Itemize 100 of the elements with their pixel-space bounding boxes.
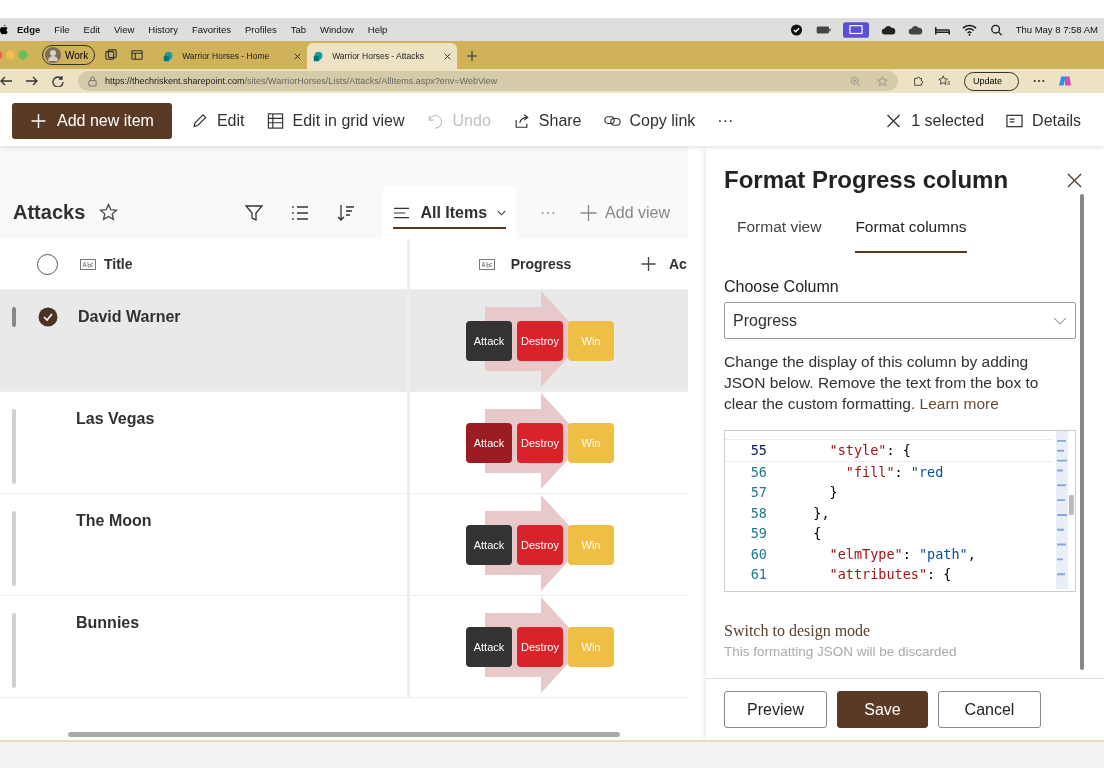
filter-icon[interactable]	[245, 203, 264, 222]
menu-item[interactable]: Window	[320, 24, 354, 35]
browser-tab[interactable]: Warrior Horses - Home	[157, 43, 308, 69]
screen-share-icon[interactable]	[842, 21, 869, 38]
back-icon[interactable]	[0, 75, 12, 87]
design-mode-link[interactable]: Switch to design mode	[724, 622, 1076, 640]
list-row[interactable]: The Moon Attack Destroy Win	[0, 494, 688, 596]
pencil-icon	[190, 113, 208, 129]
add-view-button[interactable]: Add view	[580, 203, 670, 222]
plus-icon	[640, 256, 657, 272]
line-number: 60	[749, 545, 767, 562]
stage-chip: Win	[568, 422, 614, 463]
text-field-icon	[80, 258, 96, 270]
stage-chip: Attack	[466, 320, 512, 361]
column-header[interactable]: Progress	[510, 256, 572, 272]
check-circle-icon[interactable]	[788, 23, 804, 36]
panel-button[interactable]: Preview	[724, 691, 827, 728]
more-button[interactable]: ···	[706, 103, 745, 139]
code-line: "attributes": {	[828, 566, 952, 583]
forward-icon[interactable]	[26, 75, 38, 87]
drag-handle[interactable]	[12, 307, 16, 327]
list-row[interactable]: Las Vegas Attack Destroy Win	[0, 392, 688, 494]
cloud-icon[interactable]	[907, 23, 923, 36]
menu-item[interactable]: Edit	[83, 24, 100, 35]
clock[interactable]: Thu May 8 7:58 AM	[1015, 24, 1098, 35]
column-dropdown[interactable]: Progress	[724, 302, 1076, 339]
panel-button[interactable]: Cancel	[938, 691, 1041, 728]
address-field[interactable]: https://thechriskent.sharepoint.com/sites/WarriorHorses/Lists/Attacks/AllItems.aspx?env=WebView	[78, 71, 898, 91]
toolbar-button[interactable]: Edit in grid view	[255, 103, 416, 139]
close-icon[interactable]	[1067, 172, 1082, 188]
search-icon[interactable]	[988, 23, 1004, 36]
clear-selection-button[interactable]: 1 selected	[874, 103, 996, 139]
menu-item[interactable]: File	[54, 24, 70, 35]
code-line: "style": {	[828, 442, 911, 459]
menu-item[interactable]: Help	[367, 24, 388, 35]
menu-item[interactable]: Favorites	[191, 24, 231, 35]
star-icon[interactable]	[99, 203, 119, 222]
table-cell: David Warner	[78, 307, 181, 327]
toolbar-button[interactable]: Share	[501, 103, 593, 139]
stage-chip: Win	[568, 626, 614, 667]
checked-circle-icon[interactable]	[38, 307, 58, 327]
lock-icon	[88, 75, 97, 87]
details-button[interactable]: Details	[995, 103, 1092, 139]
hint-text: This formatting JSON will be discarded	[724, 644, 958, 659]
menu-item[interactable]: History	[148, 24, 178, 35]
stage-chip: Attack	[466, 422, 512, 463]
table-cell: The Moon	[76, 511, 152, 531]
code-editor[interactable]: 55 "style": { 56 "fill": "red 57 } 58 }, 59 { 60 "elmType": "path", 61 "attributes": {	[724, 430, 1076, 592]
add-new-item-button[interactable]: Add new item	[12, 103, 172, 139]
code-line: },	[812, 504, 830, 521]
group-list-icon[interactable]	[291, 203, 310, 222]
apple-icon	[0, 24, 8, 35]
stage-chip: Destroy	[517, 626, 563, 667]
close-icon[interactable]	[294, 52, 302, 60]
menu-item[interactable]: Tab	[290, 24, 306, 35]
drag-handle[interactable]	[12, 511, 16, 586]
toolbar-button[interactable]: Copy link	[592, 103, 707, 139]
sidebar-icon[interactable]	[131, 49, 144, 61]
menu-item[interactable]: Profiles	[245, 24, 277, 35]
learn-more-link[interactable]: Learn more	[919, 395, 999, 412]
panel-tab[interactable]: Format columns	[855, 218, 967, 253]
field-label: Choose Column	[724, 278, 840, 296]
list-title: Attacks	[13, 201, 86, 224]
favorites-icon[interactable]	[938, 75, 950, 87]
line-number: 61	[749, 566, 767, 583]
panel-tab[interactable]: Format view	[737, 218, 822, 246]
code-line: "fill": "red	[844, 463, 944, 480]
code-line: "elmType": "path",	[828, 545, 976, 562]
panel-title: Format Progress column	[724, 166, 1010, 194]
code-line: {	[812, 525, 822, 542]
drag-handle[interactable]	[12, 409, 16, 484]
toolbar-button[interactable]: Edit	[179, 103, 256, 139]
text-field-icon	[478, 258, 495, 270]
sort-icon[interactable]	[337, 203, 356, 222]
stage-chip: Attack	[466, 626, 512, 667]
menu-item[interactable]: View	[113, 24, 135, 35]
list-row[interactable]: Bunnies Attack Destroy Win	[0, 596, 688, 698]
favorite-star-icon[interactable]	[877, 75, 888, 87]
chevron-down-icon	[497, 209, 507, 216]
wifi-icon[interactable]	[961, 23, 977, 36]
stage-chip: Win	[568, 320, 614, 361]
column-header[interactable]: Title	[104, 256, 133, 272]
plus-icon	[580, 204, 598, 221]
close-icon	[885, 113, 903, 129]
plus-icon	[30, 113, 47, 129]
list-row[interactable]: David Warner Attack Destroy Win	[0, 290, 688, 392]
drag-handle[interactable]	[12, 613, 16, 688]
site-icon	[313, 50, 325, 62]
new-tab-icon[interactable]	[467, 51, 478, 61]
cloud-icon[interactable]	[880, 23, 896, 36]
menu-item[interactable]: Edge	[17, 24, 41, 35]
extensions-icon[interactable]	[912, 75, 924, 87]
close-icon[interactable]	[444, 52, 452, 60]
workspaces-icon[interactable]	[105, 49, 118, 61]
browser-tab[interactable]: Warrior Horses - Attacks	[307, 43, 458, 69]
column-header[interactable]: Ac	[669, 256, 687, 272]
refresh-icon[interactable]	[52, 75, 64, 87]
view-tab[interactable]: All Items	[383, 186, 517, 239]
panel-button[interactable]: Save	[837, 691, 928, 728]
avatar-icon	[45, 47, 61, 63]
